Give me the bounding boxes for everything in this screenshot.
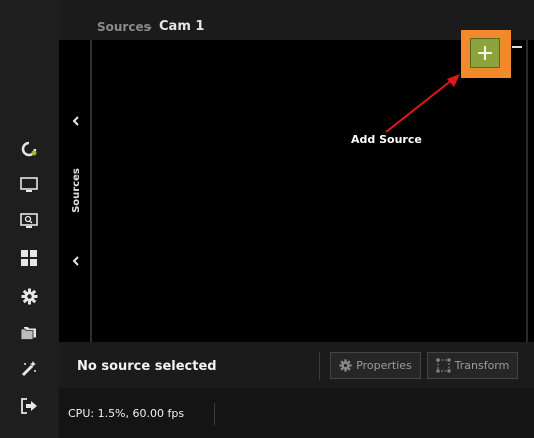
toolbar-divider: [319, 352, 320, 380]
callout-arrow: [385, 74, 460, 133]
sources-side-tab[interactable]: Sources: [66, 160, 86, 220]
monitor-icon[interactable]: [18, 174, 40, 196]
cpu-status: CPU: 1.5%, 60.00 fps: [68, 407, 185, 420]
selection-bar: No source selected Properties Transform: [59, 342, 534, 388]
panel-divider: [90, 40, 92, 342]
transform-label: Transform: [454, 359, 510, 372]
grid-icon[interactable]: [18, 247, 40, 269]
transform-icon: [436, 358, 451, 373]
exit-icon[interactable]: [18, 395, 40, 417]
properties-label: Properties: [356, 359, 412, 372]
status-divider: [214, 403, 215, 425]
breadcrumb-current: Cam 1: [159, 19, 205, 34]
gear-icon[interactable]: [18, 285, 40, 307]
transform-button[interactable]: Transform: [427, 352, 518, 379]
left-sidebar: [0, 0, 59, 438]
folders-icon[interactable]: [18, 321, 40, 343]
gear-icon: [339, 359, 352, 372]
chevron-left-icon[interactable]: [70, 255, 82, 267]
selection-status: No source selected: [77, 359, 217, 374]
magic-wand-icon[interactable]: [18, 358, 40, 380]
breadcrumb-parent[interactable]: Sources: [97, 20, 151, 34]
add-source-callout-label: Add Source: [351, 133, 422, 146]
sources-tab-label: Sources: [70, 167, 82, 213]
chevron-left-icon[interactable]: [70, 115, 82, 127]
properties-button[interactable]: Properties: [330, 352, 421, 379]
right-divider: [526, 40, 528, 342]
add-source-button[interactable]: [470, 38, 500, 68]
screen-search-icon[interactable]: [18, 210, 40, 232]
loader-icon[interactable]: [18, 138, 40, 160]
remove-source-button[interactable]: [512, 46, 522, 48]
breadcrumb-separator: -: [147, 20, 152, 34]
status-bar: CPU: 1.5%, 60.00 fps: [59, 388, 534, 438]
plus-icon: [478, 46, 492, 60]
